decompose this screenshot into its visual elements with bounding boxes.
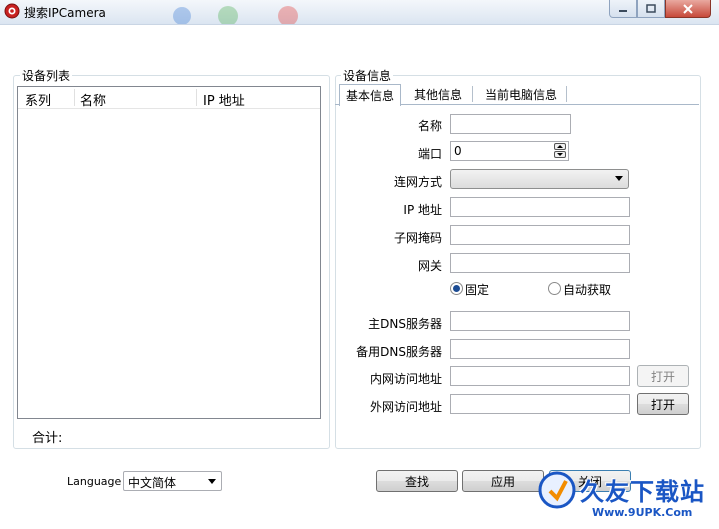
language-select[interactable]: 中文简体: [123, 471, 222, 491]
window-controls: [609, 0, 711, 18]
radio-auto[interactable]: [548, 282, 561, 295]
subnet-label: 子网掩码: [393, 231, 442, 245]
title-bar[interactable]: 搜索IPCamera: [0, 0, 719, 25]
radio-fixed[interactable]: [450, 282, 463, 295]
radio-auto-label: 自动获取: [563, 283, 612, 297]
watermark-url: Www.9UPK.Com: [592, 506, 693, 519]
column-header-name[interactable]: 名称: [80, 90, 106, 109]
maximize-button[interactable]: [637, 0, 665, 18]
close-icon: [683, 3, 693, 14]
port-label: 端口: [417, 147, 442, 161]
subnet-input[interactable]: [450, 225, 630, 245]
watermark: 久友下载站 Www.9UPK.Com: [536, 468, 716, 526]
tab-computer-info[interactable]: 当前电脑信息: [477, 84, 565, 104]
maximize-icon: [646, 4, 656, 13]
secondary-dns-input[interactable]: [450, 339, 630, 359]
net-mode-select[interactable]: [450, 169, 629, 189]
tab-divider: [472, 86, 473, 102]
watermark-brand: 久友下载站: [580, 478, 705, 506]
secondary-dns-label: 备用DNS服务器: [356, 345, 442, 359]
name-label: 名称: [417, 119, 442, 133]
apply-button[interactable]: 应用: [462, 470, 544, 492]
wan-url-input[interactable]: [450, 394, 630, 414]
primary-dns-input[interactable]: [450, 311, 630, 331]
radio-fixed-label: 固定: [465, 283, 490, 297]
spin-down-icon[interactable]: [554, 151, 566, 158]
port-stepper[interactable]: 0: [450, 141, 569, 161]
ip-label: IP 地址: [403, 203, 442, 217]
close-window-button[interactable]: [665, 0, 711, 18]
gateway-input[interactable]: [450, 253, 630, 273]
language-label: Language: [67, 475, 122, 488]
wan-url-label: 外网访问地址: [369, 400, 442, 414]
tab-basic-info[interactable]: 基本信息: [339, 84, 401, 106]
net-mode-label: 连网方式: [393, 175, 442, 189]
port-value: 0: [454, 144, 462, 158]
ip-input[interactable]: [450, 197, 630, 217]
lan-url-input[interactable]: [450, 366, 630, 386]
column-divider[interactable]: [196, 89, 197, 106]
device-info-group-label: 设备信息: [341, 67, 394, 84]
tab-other-info[interactable]: 其他信息: [405, 84, 471, 104]
wan-open-button[interactable]: 打开: [637, 393, 689, 415]
spin-up-icon[interactable]: [554, 143, 566, 150]
device-list-group-label: 设备列表: [20, 67, 73, 84]
name-input[interactable]: [450, 114, 571, 134]
total-count-label: 合计:: [32, 431, 63, 446]
lan-url-label: 内网访问地址: [369, 372, 442, 386]
column-divider[interactable]: [74, 89, 75, 106]
title-decoration-icon: [173, 6, 298, 24]
chevron-down-icon: [615, 176, 623, 181]
device-list-header: 系列 名称 IP 地址: [18, 87, 320, 109]
camera-app-icon: [4, 3, 20, 19]
column-header-series[interactable]: 系列: [25, 90, 51, 109]
minimize-icon: [619, 9, 627, 12]
device-list-view[interactable]: 系列 名称 IP 地址: [17, 86, 321, 419]
gateway-label: 网关: [417, 259, 442, 273]
search-button[interactable]: 查找: [376, 470, 458, 492]
language-value: 中文简体: [128, 476, 177, 490]
lan-open-button[interactable]: 打开: [637, 365, 689, 387]
port-spin-buttons[interactable]: [554, 143, 566, 159]
minimize-button[interactable]: [609, 0, 637, 18]
column-header-ip[interactable]: IP 地址: [203, 90, 245, 109]
chevron-down-icon: [208, 479, 216, 484]
tab-divider: [566, 86, 567, 102]
watermark-logo-icon: [538, 471, 576, 509]
window-title: 搜索IPCamera: [24, 6, 106, 20]
primary-dns-label: 主DNS服务器: [368, 317, 442, 331]
